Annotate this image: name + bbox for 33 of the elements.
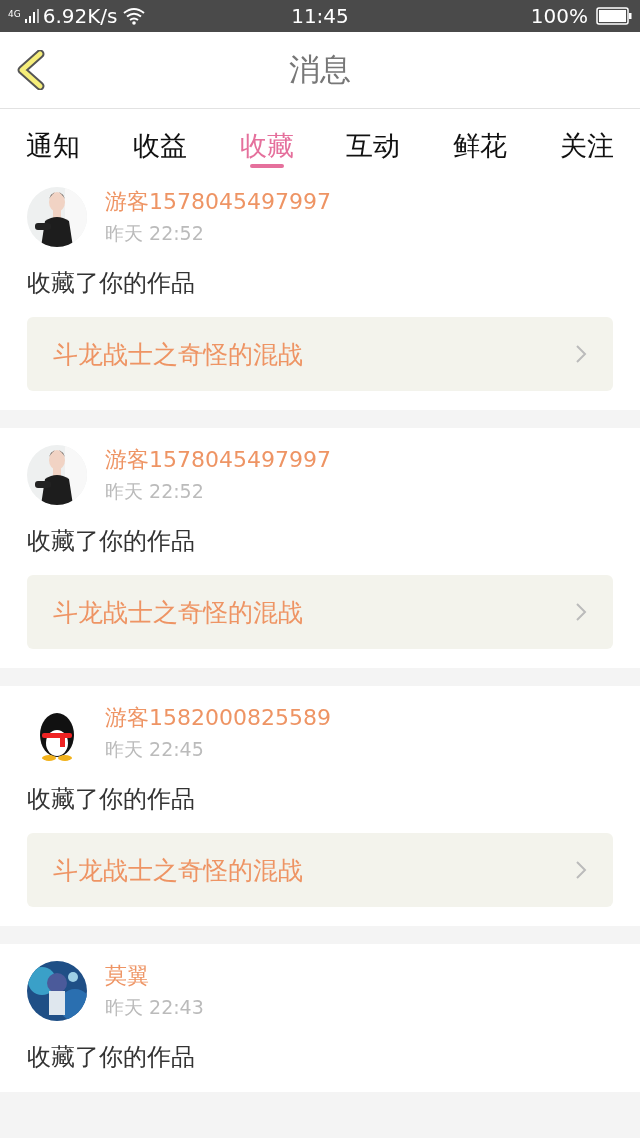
- tab[interactable]: 收益: [132, 109, 187, 170]
- message-text: 收藏了你的作品: [27, 268, 196, 299]
- work-link[interactable]: 斗龙战士之奇怪的混战: [27, 317, 613, 391]
- timestamp: 昨天 22:52: [105, 479, 205, 504]
- message-text: 收藏了你的作品: [27, 784, 196, 815]
- username[interactable]: 游客1582000825589: [105, 703, 331, 733]
- tab[interactable]: 关注: [560, 109, 614, 170]
- work-link[interactable]: 斗龙战士之奇怪的混战: [27, 833, 613, 907]
- signal-icon: [24, 9, 39, 23]
- username[interactable]: 游客1578045497997: [105, 187, 331, 217]
- network-type: 4G: [8, 9, 21, 19]
- tab[interactable]: 收藏: [239, 109, 294, 170]
- message-text: 收藏了你的作品: [27, 1042, 196, 1073]
- network-speed: 6.92K/s: [42, 4, 118, 28]
- clock: 11:45: [290, 4, 350, 28]
- battery-level: 100%: [530, 4, 588, 28]
- tab[interactable]: 通知: [26, 109, 80, 170]
- work-link[interactable]: 斗龙战士之奇怪的混战: [27, 575, 613, 649]
- tab-indicator: [249, 164, 284, 168]
- page-title: 消息: [289, 50, 351, 89]
- username[interactable]: 游客1578045497997: [105, 445, 331, 475]
- timestamp: 昨天 22:52: [105, 221, 205, 246]
- message-text: 收藏了你的作品: [27, 526, 196, 557]
- timestamp: 昨天 22:43: [105, 995, 204, 1020]
- timestamp: 昨天 22:45: [105, 737, 205, 762]
- battery-icon: [596, 7, 632, 25]
- wifi-icon: [121, 7, 146, 25]
- chevron-icon: [575, 601, 587, 623]
- tab[interactable]: 互动: [346, 109, 401, 170]
- tab[interactable]: 鲜花: [453, 109, 508, 170]
- chevron-icon: [575, 343, 587, 365]
- chevron-icon: [575, 859, 587, 881]
- username[interactable]: 莫翼: [105, 961, 204, 991]
